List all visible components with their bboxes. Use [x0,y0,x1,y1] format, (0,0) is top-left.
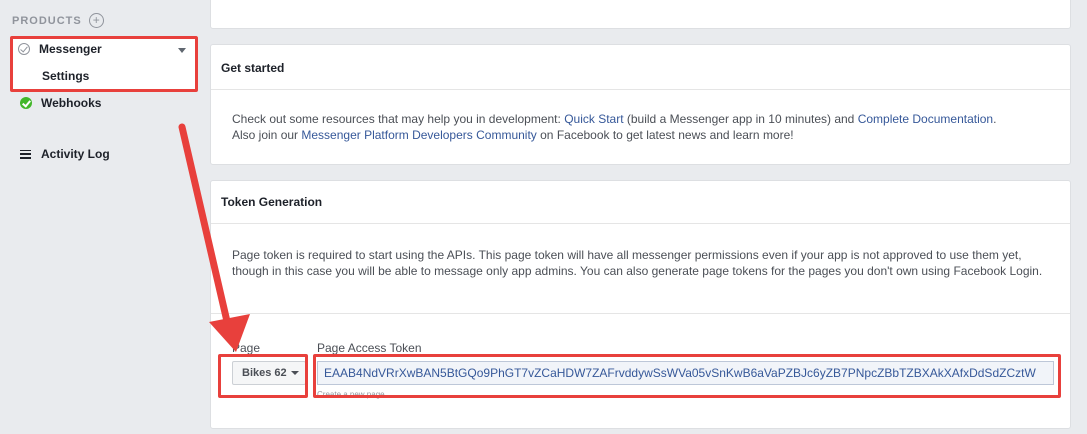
quick-start-link[interactable]: Quick Start [564,112,623,126]
previous-card [210,0,1071,29]
products-header: PRODUCTS + [12,13,104,28]
sidebar-item-webhooks[interactable]: Webhooks [20,96,101,110]
sidebar-item-settings[interactable]: Settings [42,69,89,83]
green-check-icon [20,97,32,109]
divider [211,223,1070,224]
card-title: Get started [221,61,285,75]
text-fragment: . [993,112,997,126]
text-fragment: Check out some resources that may help y… [232,112,565,126]
sidebar-item-activity-log[interactable]: Activity Log [20,147,110,161]
text-fragment: Also join our [232,128,302,142]
text-fragment: (build a Messenger app in 10 minutes) an… [623,112,858,126]
annotation-highlight-page-select [218,354,308,398]
community-link[interactable]: Messenger Platform Developers Community [301,128,536,142]
text-fragment: on Facebook to get latest news and learn… [536,128,794,142]
page-label: Page [232,341,261,355]
sidebar: PRODUCTS + Messenger Settings Webhooks A… [0,0,200,434]
sidebar-item-messenger[interactable]: Messenger [18,42,192,56]
sidebar-item-label: Messenger [39,42,102,56]
sidebar-item-label: Webhooks [41,96,102,110]
divider [211,313,1070,314]
sidebar-item-label: Activity Log [41,147,110,161]
add-product-icon[interactable]: + [88,13,104,28]
products-header-label: PRODUCTS [12,14,82,27]
divider [211,89,1070,90]
get-started-card: Get started Check out some resources tha… [210,44,1071,165]
card-title: Token Generation [221,195,323,209]
chevron-down-icon[interactable] [178,48,186,53]
complete-documentation-link[interactable]: Complete Documentation [858,112,993,126]
sidebar-item-label: Settings [42,69,90,83]
list-icon [20,149,31,159]
token-description: Page token is required to start using th… [232,248,1043,278]
annotation-highlight-token [313,354,1061,398]
page-access-token-label: Page Access Token [317,341,422,355]
messenger-nav-group: Messenger Settings [12,36,198,91]
check-outline-icon [18,43,30,55]
get-started-text: Check out some resources that may help y… [232,111,1050,143]
